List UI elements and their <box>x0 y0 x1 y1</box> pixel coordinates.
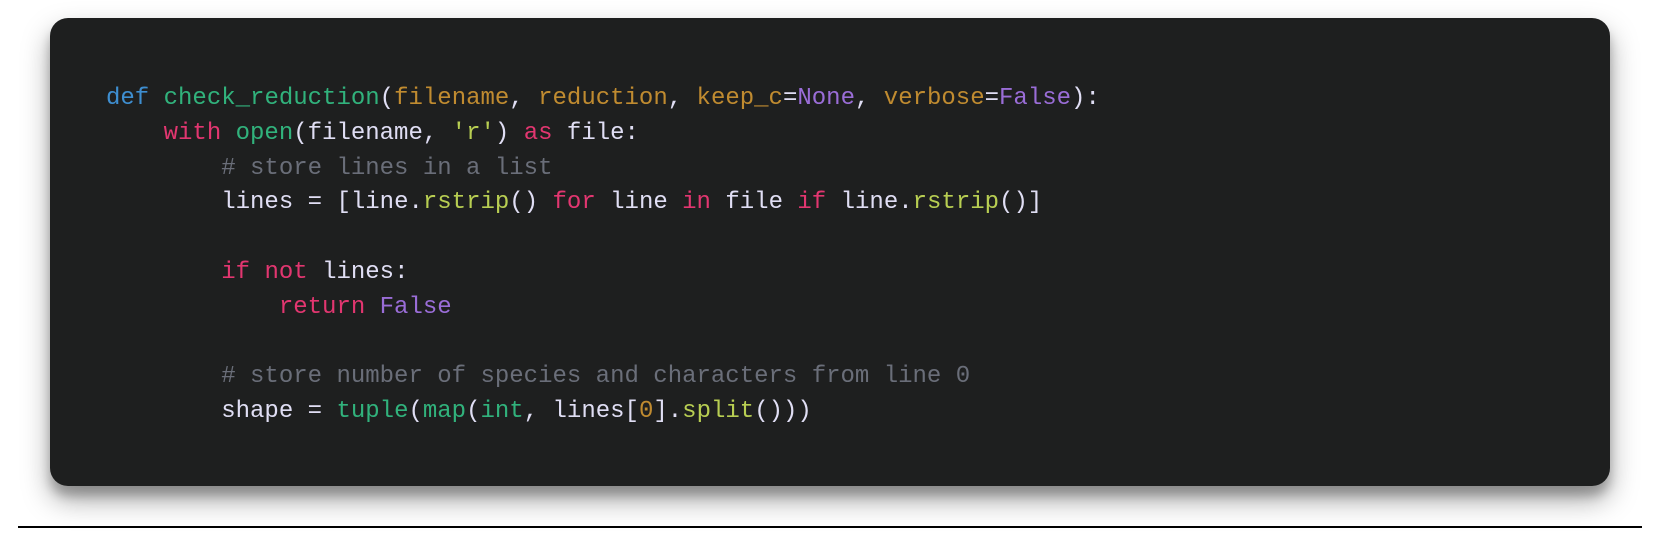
bracket-close: ] <box>1028 189 1042 216</box>
paren-close: ) <box>495 120 509 147</box>
dot: . <box>898 189 912 216</box>
param-verbose: verbose <box>884 85 985 112</box>
paren-open: ( <box>408 398 422 425</box>
code-card: def check_reduction(filename, reduction,… <box>50 18 1610 486</box>
paren-open: ( <box>466 398 480 425</box>
baseline-rule <box>18 526 1642 528</box>
method-split: split <box>682 398 754 425</box>
var-lines: lines <box>221 189 293 216</box>
code-block: def check_reduction(filename, reduction,… <box>50 18 1610 470</box>
keyword-as: as <box>524 120 553 147</box>
loop-var: line <box>610 189 668 216</box>
call: () <box>754 398 783 425</box>
builtin-map: map <box>423 398 466 425</box>
equals: = <box>783 85 797 112</box>
paren-close: ) <box>783 398 797 425</box>
var-lines: lines <box>553 398 625 425</box>
const-none: None <box>797 85 855 112</box>
bracket-open: [ <box>336 189 350 216</box>
param-reduction: reduction <box>538 85 668 112</box>
keyword-in: in <box>682 189 711 216</box>
paren-close-colon: ): <box>1071 85 1100 112</box>
call: () <box>999 189 1028 216</box>
equals: = <box>293 189 336 216</box>
iter-line: line <box>351 189 409 216</box>
bracket-close: ] <box>653 398 667 425</box>
colon: : <box>625 120 639 147</box>
comma: , <box>509 85 538 112</box>
method-rstrip: rstrip <box>423 189 509 216</box>
arg-filename: filename <box>308 120 423 147</box>
comment-shape: # store number of species and characters… <box>221 363 970 390</box>
comma: , <box>524 398 553 425</box>
method-rstrip: rstrip <box>913 189 999 216</box>
comma: , <box>855 85 884 112</box>
param-keep-c: keep_c <box>697 85 783 112</box>
var-file: file <box>567 120 625 147</box>
keyword-not: not <box>264 259 307 286</box>
keyword-if: if <box>797 189 826 216</box>
comma: , <box>423 120 452 147</box>
keyword-return: return <box>279 294 365 321</box>
index-zero: 0 <box>639 398 653 425</box>
builtin-open: open <box>236 120 294 147</box>
iter-src: file <box>725 189 783 216</box>
keyword-with: with <box>164 120 222 147</box>
equals: = <box>985 85 999 112</box>
param-filename: filename <box>394 85 509 112</box>
keyword-if: if <box>221 259 250 286</box>
builtin-tuple: tuple <box>336 398 408 425</box>
builtin-int: int <box>481 398 524 425</box>
equals: = <box>293 398 336 425</box>
var-shape: shape <box>221 398 293 425</box>
paren-open: ( <box>293 120 307 147</box>
dot: . <box>668 398 682 425</box>
call: () <box>509 189 538 216</box>
cond-var: line <box>841 189 899 216</box>
comment-lines: # store lines in a list <box>221 155 552 182</box>
dot: . <box>408 189 422 216</box>
const-false: False <box>999 85 1071 112</box>
var-lines: lines <box>322 259 394 286</box>
colon: : <box>394 259 408 286</box>
keyword-def: def <box>106 85 149 112</box>
string-mode: 'r' <box>452 120 495 147</box>
const-false: False <box>380 294 452 321</box>
comma: , <box>668 85 697 112</box>
function-name: check_reduction <box>164 85 380 112</box>
bracket-open: [ <box>625 398 639 425</box>
keyword-for: for <box>553 189 596 216</box>
paren-open: ( <box>380 85 394 112</box>
paren-close: ) <box>797 398 811 425</box>
